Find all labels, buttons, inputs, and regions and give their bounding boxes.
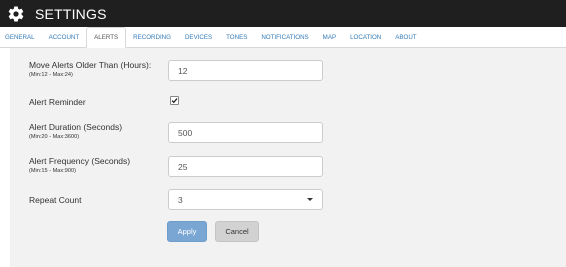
- chevron-down-icon: [307, 198, 313, 201]
- tab-devices[interactable]: DEVICES: [178, 27, 219, 47]
- alert-reminder-label: Alert Reminder: [29, 97, 86, 107]
- move-alerts-label: Move Alerts Older Than (Hours):: [29, 60, 152, 70]
- check-icon: [171, 98, 178, 104]
- tab-tones[interactable]: TONES: [219, 27, 254, 47]
- alert-frequency-label: Alert Frequency (Seconds): [29, 156, 131, 166]
- cancel-button[interactable]: Cancel: [215, 221, 259, 242]
- tab-alerts[interactable]: ALERTS: [86, 27, 127, 48]
- alert-reminder-checkbox[interactable]: [170, 96, 179, 105]
- alert-frequency-hint: (Min:15 - Max:900): [29, 168, 76, 174]
- move-alerts-input[interactable]: 12: [168, 60, 323, 81]
- tab-map[interactable]: MAP: [316, 27, 343, 47]
- gear-icon: [6, 4, 26, 24]
- alert-duration-input[interactable]: 500: [168, 122, 323, 143]
- repeat-count-value: 3: [178, 194, 183, 205]
- repeat-count-select[interactable]: 3: [168, 189, 323, 210]
- page-title: SETTINGS: [35, 5, 107, 22]
- tab-location[interactable]: LOCATION: [343, 27, 388, 47]
- alert-duration-label: Alert Duration (Seconds): [29, 122, 123, 132]
- tab-account[interactable]: ACCOUNT: [42, 27, 87, 47]
- tab-general[interactable]: GENERAL: [0, 27, 42, 47]
- titlebar: SETTINGS: [0, 0, 566, 27]
- tab-bar: GENERAL ACCOUNT ALERTS RECORDING DEVICES…: [0, 27, 566, 48]
- tab-recording[interactable]: RECORDING: [126, 27, 178, 47]
- alert-duration-hint: (Min:20 - Max:3600): [29, 134, 80, 140]
- tab-about[interactable]: ABOUT: [388, 27, 423, 47]
- move-alerts-hint: (Min:12 - Max:24): [29, 72, 73, 78]
- repeat-count-label: Repeat Count: [29, 195, 82, 205]
- apply-button[interactable]: Apply: [167, 221, 207, 242]
- tab-notifications[interactable]: NOTIFICATIONS: [254, 27, 315, 47]
- alert-frequency-input[interactable]: 25: [168, 156, 323, 177]
